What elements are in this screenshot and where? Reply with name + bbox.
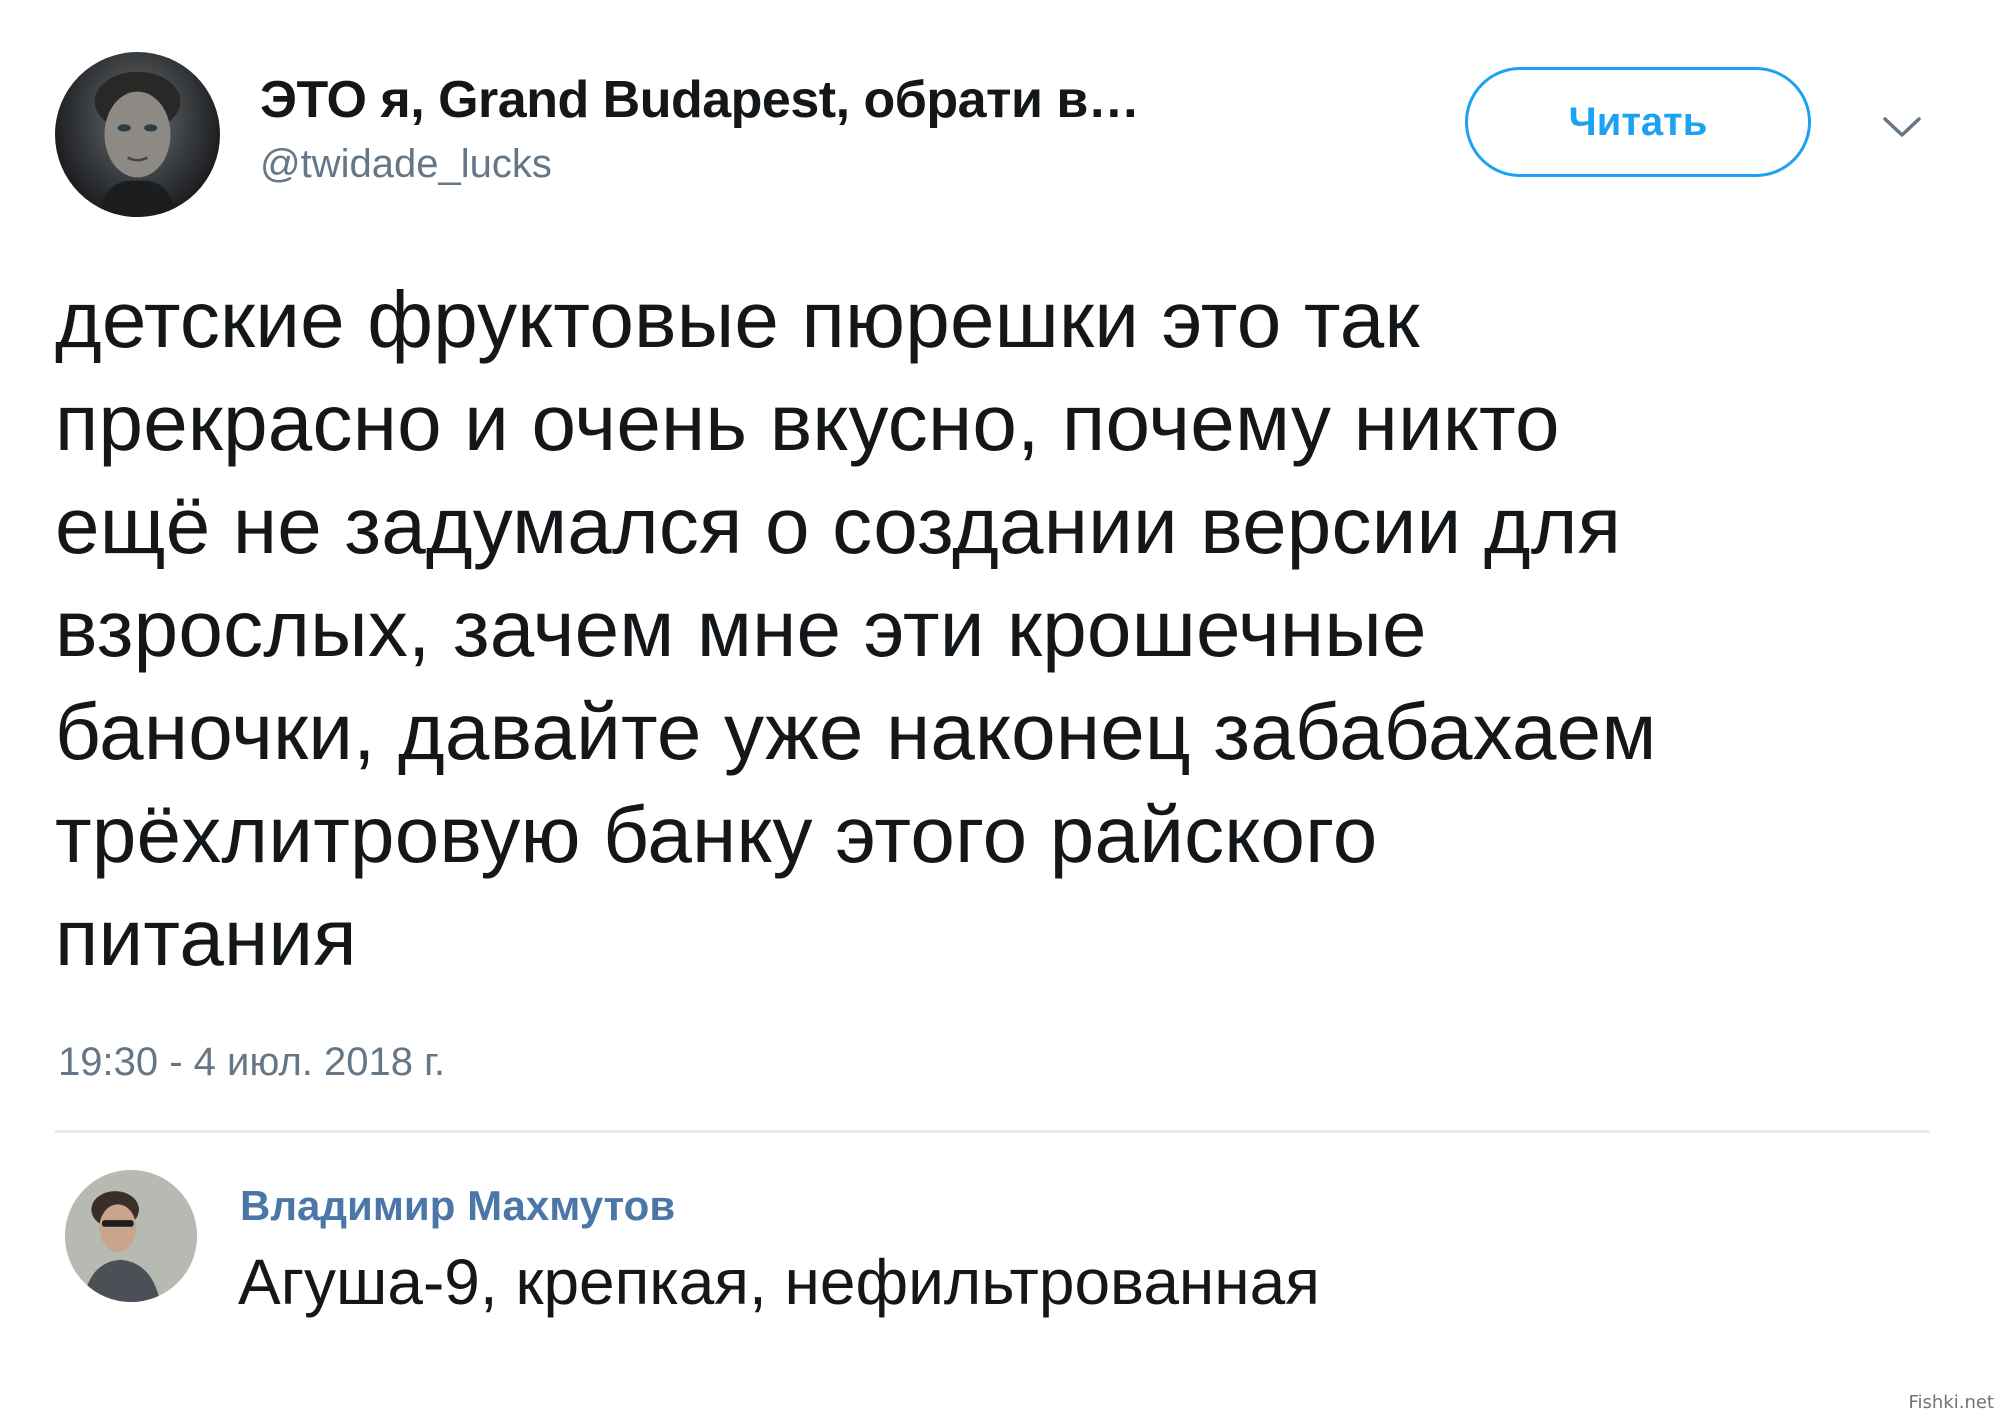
author-handle[interactable]: @twidade_lucks xyxy=(260,142,552,187)
chevron-down-icon[interactable] xyxy=(1877,107,1927,147)
reply-avatar[interactable] xyxy=(65,1170,197,1302)
divider xyxy=(55,1130,1930,1133)
tweet-header: ЭТО я, Grand Budapest, обрати в… @twidad… xyxy=(55,52,1935,222)
tweet-text: детские фруктовые пюрешки это так прекра… xyxy=(55,275,1657,982)
tweet-timestamp[interactable]: 19:30 - 4 июл. 2018 г. xyxy=(58,1040,445,1085)
reply-author-name[interactable]: Владимир Махмутов xyxy=(240,1182,675,1230)
watermark: Fishki.net xyxy=(1908,1392,1994,1413)
reply-item: Владимир Махмутов Агуша-9, крепкая, нефи… xyxy=(65,1170,1935,1330)
reply-text: Агуша-9, крепкая, нефильтрованная xyxy=(238,1246,1320,1318)
author-avatar[interactable] xyxy=(55,52,220,217)
author-name[interactable]: ЭТО я, Grand Budapest, обрати в… xyxy=(260,70,1140,130)
follow-button[interactable]: Читать xyxy=(1465,67,1811,177)
author-avatar-image xyxy=(94,71,181,217)
reply-avatar-image xyxy=(65,1170,197,1302)
